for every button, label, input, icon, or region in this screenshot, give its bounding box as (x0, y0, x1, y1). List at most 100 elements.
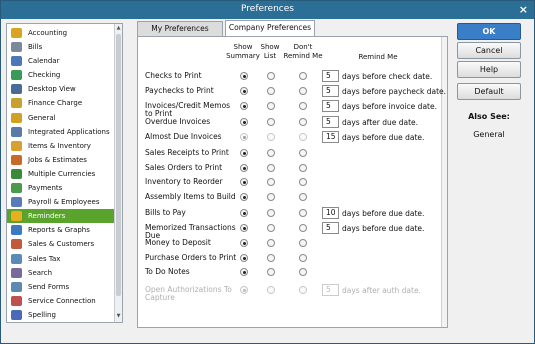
close-icon[interactable]: × (519, 3, 528, 16)
sidebar-item-payments[interactable]: Payments (7, 181, 115, 195)
radio-dont[interactable] (299, 149, 307, 157)
ok-button[interactable]: OK (457, 23, 521, 40)
radio-dont[interactable] (299, 164, 307, 172)
category-icon (11, 239, 22, 250)
sidebar-item-finance-charge[interactable]: Finance Charge (7, 96, 115, 110)
days-input: 5 (322, 284, 339, 296)
radio-list[interactable] (267, 224, 275, 232)
days-input[interactable]: 5 (322, 85, 339, 97)
radio-dont[interactable] (299, 209, 307, 217)
sidebar-item-jobs-estimates[interactable]: Jobs & Estimates (7, 153, 115, 167)
sidebar-item-multiple-currencies[interactable]: Multiple Currencies (7, 167, 115, 181)
radio-summary[interactable] (240, 239, 248, 247)
sidebar-item-reports-graphs[interactable]: Reports & Graphs (7, 223, 115, 237)
radio-list[interactable] (267, 149, 275, 157)
sidebar-item-accounting[interactable]: Accounting (7, 26, 115, 40)
reminder-row: Invoices/Credit Memos to Print 5 days befo… (138, 100, 447, 117)
category-icon (11, 84, 22, 95)
radio-dont[interactable] (299, 193, 307, 201)
radio-list[interactable] (267, 87, 275, 95)
radio-list[interactable] (267, 254, 275, 262)
radio-summary[interactable] (240, 209, 248, 217)
reminder-label: Money to Deposit (145, 238, 211, 247)
scroll-up-icon[interactable]: ▲ (115, 25, 122, 33)
sidebar-item-reminders[interactable]: Reminders (7, 209, 115, 224)
also-see-general-link[interactable]: General (457, 130, 521, 139)
help-button[interactable]: Help (457, 61, 521, 78)
sidebar-item-bills[interactable]: Bills (7, 40, 115, 54)
days-suffix: days before paycheck date. (342, 87, 447, 96)
radio-list[interactable] (267, 178, 275, 186)
reminder-row: To Do Notes (138, 267, 447, 281)
sidebar-item-items-inventory[interactable]: Items & Inventory (7, 139, 115, 153)
radio-list[interactable] (267, 239, 275, 247)
days-input[interactable]: 5 (322, 222, 339, 234)
radio-dont[interactable] (299, 239, 307, 247)
radio-list[interactable] (267, 102, 275, 110)
sidebar-item-desktop-view[interactable]: Desktop View (7, 82, 115, 96)
radio-list[interactable] (267, 72, 275, 80)
sidebar-item-integrated-applications[interactable]: Integrated Applications (7, 125, 115, 139)
sidebar-item-sales-tax[interactable]: Sales Tax (7, 252, 115, 266)
radio-list[interactable] (267, 133, 275, 141)
days-input[interactable]: 5 (322, 116, 339, 128)
days-input[interactable]: 5 (322, 100, 339, 112)
radio-dont[interactable] (299, 118, 307, 126)
reminder-label: Paychecks to Print (145, 86, 214, 95)
radio-summary[interactable] (240, 193, 248, 201)
sidebar-item-spelling[interactable]: Spelling (7, 308, 115, 322)
radio-dont[interactable] (299, 72, 307, 80)
radio-summary[interactable] (240, 102, 248, 110)
sidebar-item-payroll-employees[interactable]: Payroll & Employees (7, 195, 115, 209)
radio-summary[interactable] (240, 164, 248, 172)
radio-list[interactable] (267, 118, 275, 126)
scroll-thumb[interactable] (116, 34, 121, 296)
radio-summary[interactable] (240, 268, 248, 276)
reminder-row: Paychecks to Print 5 days before paycheck … (138, 85, 447, 100)
sidebar-item-general[interactable]: General (7, 111, 115, 125)
sidebar-item-search[interactable]: Search (7, 266, 115, 280)
sidebar-item-label: Reports & Graphs (28, 226, 90, 235)
category-icon (11, 267, 22, 278)
sidebar-item-service-connection[interactable]: Service Connection (7, 294, 115, 308)
sidebar-item-calendar[interactable]: Calendar (7, 54, 115, 68)
radio-dont[interactable] (299, 178, 307, 186)
title-bar: Preferences × (1, 1, 534, 19)
sidebar-item-send-forms[interactable]: Send Forms (7, 280, 115, 294)
radio-dont[interactable] (299, 87, 307, 95)
radio-dont[interactable] (299, 133, 307, 141)
radio-summary[interactable] (240, 178, 248, 186)
radio-summary[interactable] (240, 118, 248, 126)
sidebar-item-sales-customers[interactable]: Sales & Customers (7, 237, 115, 251)
sidebar-scrollbar[interactable]: ▲ ▼ (114, 24, 122, 322)
tab-my-preferences[interactable]: My Preferences (137, 21, 223, 36)
default-button[interactable]: Default (457, 83, 521, 100)
radio-list[interactable] (267, 209, 275, 217)
radio-dont[interactable] (299, 268, 307, 276)
radio-list[interactable] (267, 164, 275, 172)
sidebar-item-label: Payroll & Employees (28, 198, 100, 207)
radio-dont[interactable] (299, 102, 307, 110)
radio-summary[interactable] (240, 133, 248, 141)
cancel-button[interactable]: Cancel (457, 42, 521, 59)
sidebar-item-checking[interactable]: Checking (7, 68, 115, 82)
radio-list (267, 286, 275, 294)
radio-summary[interactable] (240, 224, 248, 232)
radio-summary[interactable] (240, 149, 248, 157)
category-icon (11, 225, 22, 236)
radio-summary[interactable] (240, 72, 248, 80)
radio-list[interactable] (267, 268, 275, 276)
radio-summary[interactable] (240, 254, 248, 262)
days-input[interactable]: 15 (322, 131, 339, 143)
scroll-down-icon[interactable]: ▼ (115, 313, 122, 321)
days-input[interactable]: 5 (322, 70, 339, 82)
reminder-label: Purchase Orders to Print (145, 253, 237, 262)
radio-list[interactable] (267, 193, 275, 201)
radio-dont[interactable] (299, 224, 307, 232)
tab-company-preferences[interactable]: Company Preferences (225, 20, 315, 37)
radio-dont[interactable] (299, 254, 307, 262)
sidebar-item-label: Sales Tax (28, 254, 61, 263)
category-icon (11, 56, 22, 67)
days-input[interactable]: 10 (322, 207, 339, 219)
radio-summary[interactable] (240, 87, 248, 95)
